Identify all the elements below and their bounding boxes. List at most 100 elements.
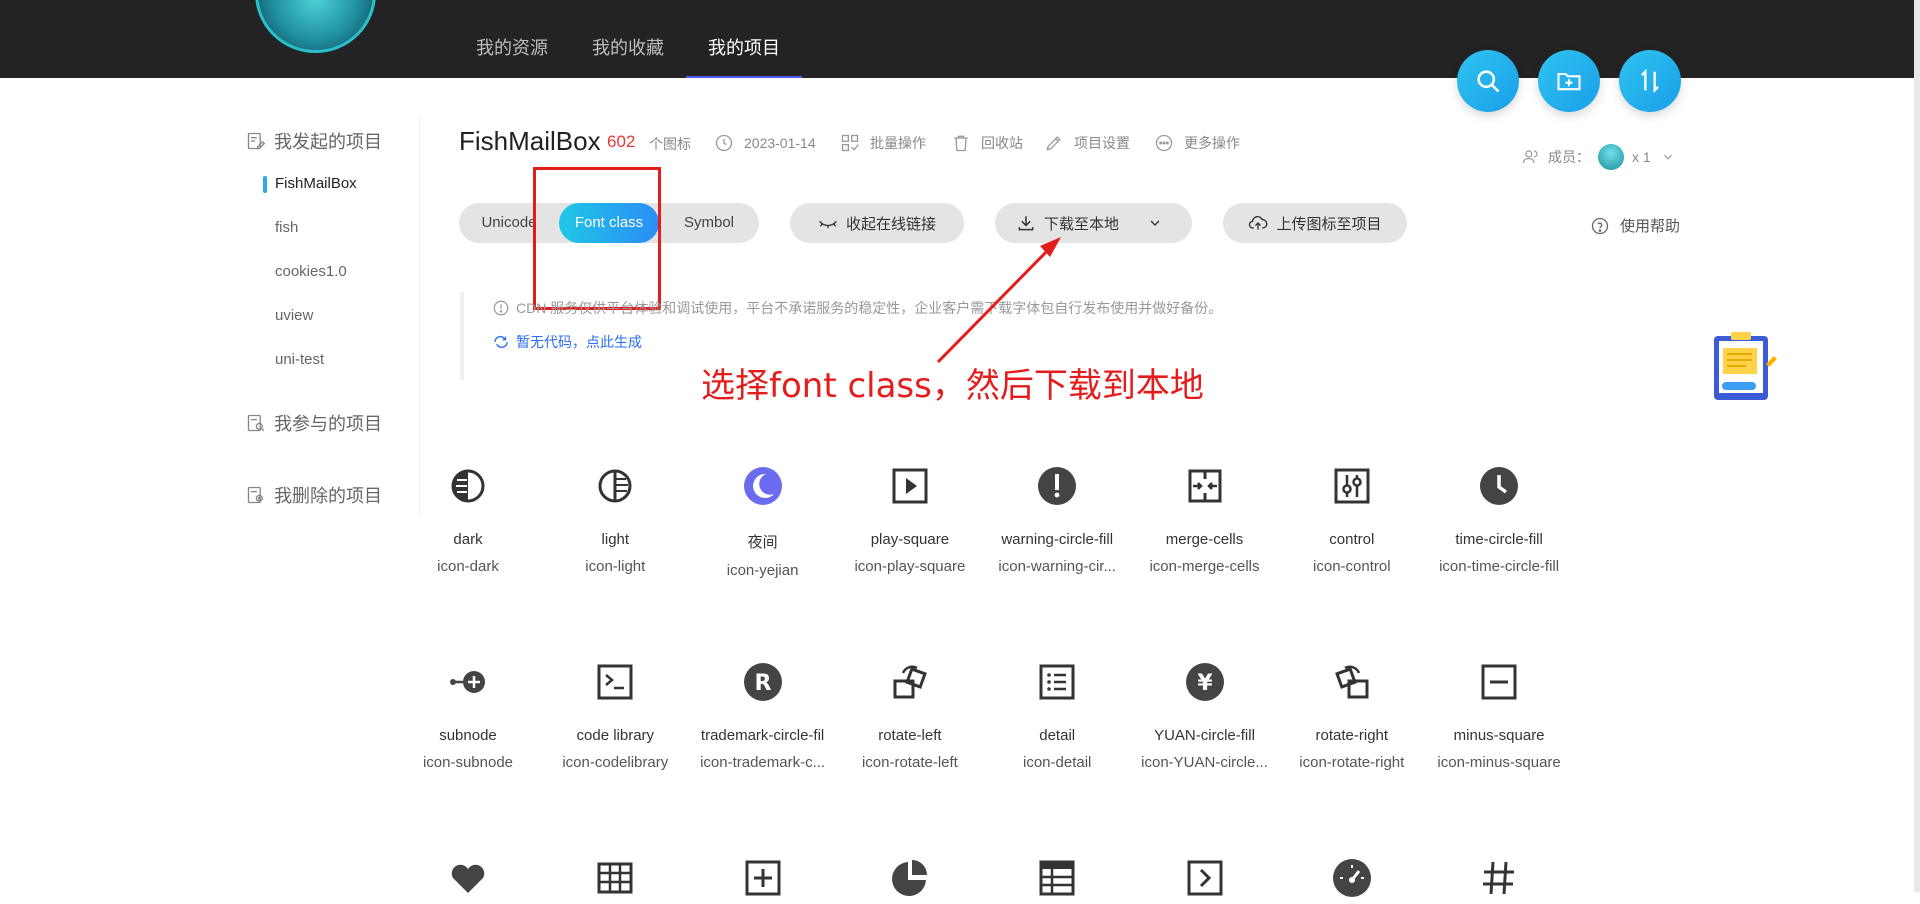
warning-circle-icon	[1036, 465, 1078, 507]
detail-icon	[1036, 661, 1078, 703]
icon-card[interactable]: Rtrademark-circle-fil icon-trademark-c...	[689, 661, 837, 771]
tab-my-projects[interactable]: 我的项目	[686, 0, 802, 78]
sidebar-joined-heading[interactable]: 我参与的项目	[246, 402, 420, 444]
icon-card[interactable]	[1425, 857, 1573, 899]
icon-name: code library	[576, 727, 655, 744]
icon-card[interactable]: ¥ YUAN-circle-fill icon-YUAN-circle...	[1131, 661, 1279, 771]
icon-name: rotate-right	[1315, 727, 1389, 744]
help-link[interactable]: 使用帮助	[1590, 215, 1680, 236]
icon-count-unit: 个图标	[649, 136, 691, 152]
search-button[interactable]	[1457, 50, 1519, 112]
icon-card[interactable]: play-square icon-play-square	[836, 465, 984, 575]
icon-card[interactable]: rotate-left icon-rotate-left	[836, 661, 984, 771]
icon-name: rotate-left	[878, 727, 942, 744]
user-avatar[interactable]	[255, 0, 376, 53]
more-actions[interactable]: 更多操作	[1154, 133, 1240, 153]
generate-code-link[interactable]: 暂无代码，点此生成	[492, 332, 642, 352]
icon-card[interactable]	[689, 857, 837, 899]
clipboard-illustration[interactable]	[1706, 330, 1782, 404]
date-text: 2023-01-14	[744, 135, 816, 151]
upload-icons-button[interactable]: 上传图标至项目	[1223, 203, 1407, 243]
sidebar-created-heading[interactable]: 我发起的项目	[246, 120, 420, 162]
sort-button[interactable]	[1619, 50, 1681, 112]
icon-card[interactable]: detail icon-detail	[983, 661, 1131, 771]
icon-card[interactable]: dark icon-dark	[394, 465, 542, 575]
chevron-down-icon	[1150, 220, 1160, 226]
svg-text:¥: ¥	[1197, 671, 1213, 696]
project-title: FishMailBox	[459, 126, 601, 156]
segment-symbol[interactable]: Symbol	[667, 203, 751, 243]
icon-card[interactable]	[836, 857, 984, 899]
icon-name: warning-circle-fill	[1001, 531, 1114, 548]
batch-label: 批量操作	[870, 135, 926, 151]
svg-text:R: R	[754, 671, 771, 696]
rotate-left-icon	[889, 661, 931, 703]
notice-text: CDN 服务仅供平台体验和调试使用，平台不承诺服务的稳定性，企业客户需下载字体包…	[492, 298, 1222, 318]
minus-square-icon	[1478, 661, 1520, 703]
recycle-bin-action[interactable]: 回收站	[951, 133, 1023, 153]
more-icon	[1155, 134, 1173, 152]
icon-card[interactable]	[394, 857, 542, 899]
project-settings-action[interactable]: 项目设置	[1044, 133, 1130, 153]
members-count: x 1	[1632, 149, 1651, 165]
icon-card[interactable]: rotate-right icon-rotate-right	[1278, 661, 1426, 771]
trademark-icon: R	[742, 661, 784, 703]
icon-name: YUAN-circle-fill	[1154, 727, 1255, 744]
icon-name: light	[601, 531, 630, 548]
icon-card[interactable]: subnode icon-subnode	[394, 661, 542, 771]
icon-card[interactable]: code library icon-codelibrary	[541, 661, 689, 771]
icon-card[interactable]: light icon-light	[541, 465, 689, 575]
icon-name: subnode	[439, 727, 497, 744]
generate-code-label: 暂无代码，点此生成	[516, 334, 642, 350]
right-square-icon	[1184, 857, 1226, 899]
cloud-upload-icon	[1249, 216, 1268, 230]
add-folder-button[interactable]	[1538, 50, 1600, 112]
icon-card[interactable]: merge-cells icon-merge-cells	[1131, 465, 1279, 575]
members-icon	[1522, 150, 1538, 164]
refresh-icon	[494, 336, 508, 348]
sidebar-created-label: 我发起的项目	[274, 132, 382, 152]
icon-class-name: icon-dark	[437, 558, 499, 575]
icon-name: time-circle-fill	[1455, 531, 1543, 548]
sidebar-item-fish[interactable]: fish	[246, 206, 420, 250]
chevron-down-icon	[1663, 154, 1672, 160]
help-label: 使用帮助	[1620, 218, 1681, 235]
icon-class-name: icon-subnode	[422, 754, 514, 771]
icon-card[interactable]: control icon-control	[1278, 465, 1426, 575]
settings-label: 项目设置	[1074, 135, 1130, 151]
time-circle-icon	[1478, 465, 1520, 507]
collapse-link-button[interactable]: 收起在线链接	[790, 203, 964, 243]
icon-card[interactable]: minus-square icon-minus-square	[1425, 661, 1573, 771]
icon-class-name: icon-light	[585, 558, 646, 575]
download-button[interactable]: 下载至本地	[995, 203, 1192, 243]
tab-my-resources[interactable]: 我的资源	[454, 0, 570, 78]
sidebar-item-fishmailbox[interactable]: FishMailBox	[246, 162, 420, 206]
icon-card[interactable]	[983, 857, 1131, 899]
sidebar-item-uview[interactable]: uview	[246, 294, 420, 338]
icon-card[interactable]	[1131, 857, 1279, 899]
batch-icon	[841, 134, 859, 152]
members-dropdown[interactable]: 成员： x 1	[1522, 144, 1683, 170]
tab-my-favorites[interactable]: 我的收藏	[570, 0, 686, 78]
batch-action[interactable]: 批量操作	[840, 133, 926, 153]
sidebar-item-cookies[interactable]: cookies1.0	[246, 250, 420, 294]
icon-card[interactable]	[541, 857, 689, 899]
icon-class-name: icon-rotate-right	[1299, 754, 1405, 771]
icon-card[interactable]	[1278, 857, 1426, 899]
project-date: 2023-01-14	[714, 133, 816, 153]
pie-chart-icon	[889, 857, 931, 899]
icon-card[interactable]: time-circle-fill icon-time-circle-fill	[1425, 465, 1573, 575]
icon-card[interactable]: warning-circle-fill icon-warning-cir...	[983, 465, 1131, 575]
trash-icon	[954, 135, 968, 152]
icon-name: play-square	[870, 531, 950, 548]
scrollbar[interactable]	[1914, 0, 1920, 892]
sidebar-item-uni-test[interactable]: uni-test	[246, 338, 420, 382]
more-label: 更多操作	[1184, 135, 1240, 151]
sidebar-divider	[419, 118, 420, 516]
sort-icon	[1641, 68, 1659, 94]
search-icon	[1477, 70, 1500, 93]
icon-name: 夜间	[747, 534, 778, 551]
icon-name: dark	[453, 531, 483, 548]
members-label: 成员：	[1548, 149, 1590, 165]
icon-card[interactable]: 夜间 icon-yejian	[689, 465, 837, 579]
